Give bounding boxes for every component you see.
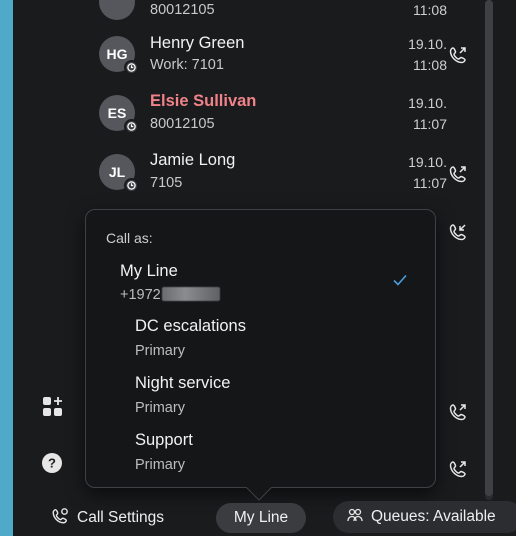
call-settings-icon (51, 507, 69, 530)
add-widget-icon[interactable] (41, 395, 65, 424)
avatar-initials: JL (108, 164, 126, 180)
call-number: 7105 (150, 175, 183, 191)
contact-name: Jamie Long (150, 151, 236, 169)
callback-icon[interactable] (448, 222, 468, 242)
clock-icon (124, 60, 139, 75)
call-date: 19.10. (408, 36, 447, 52)
svg-text:?: ? (48, 456, 56, 471)
line-option-label: My Line (120, 262, 178, 280)
call-time: 11:07 (413, 116, 447, 132)
call-row[interactable]: JL Jamie Long 7105 19.10. 11:07 (13, 147, 483, 205)
footer-bar: Call Settings My Line Queues: Available (13, 496, 516, 536)
line-number-prefix: +1972 (120, 287, 161, 303)
call-date: 19.10. (408, 154, 447, 170)
line-option-label: DC escalations (135, 317, 246, 335)
line-option-number: +1972 (120, 287, 220, 303)
app-window: 80012105 11:08 HG Henry Green Work: 7101… (13, 0, 516, 536)
call-row[interactable]: HG Henry Green Work: 7101 19.10. 11:08 (13, 30, 483, 88)
line-option-dc-escalations[interactable]: DC escalations Primary (86, 313, 435, 367)
checkmark-icon (392, 272, 408, 288)
contact-name: Henry Green (150, 34, 245, 52)
line-option-my-line[interactable]: My Line +1972 (86, 256, 435, 310)
call-number: Work: 7101 (150, 57, 224, 73)
line-option-sub: Primary (135, 457, 185, 473)
avatar-initials: ES (107, 105, 127, 121)
help-icon[interactable]: ? (40, 451, 64, 480)
clock-icon (124, 178, 139, 193)
scrollbar-thumb[interactable] (485, 0, 493, 496)
call-time: 11:07 (413, 175, 447, 191)
line-option-label: Night service (135, 374, 231, 392)
queues-label: Queues: Available (371, 508, 496, 525)
call-settings-button[interactable]: Call Settings (51, 504, 164, 532)
callback-icon[interactable] (448, 459, 468, 479)
call-time: 11:08 (413, 2, 447, 18)
avatar: JL (99, 154, 139, 193)
line-option-night-service[interactable]: Night service Primary (86, 370, 435, 424)
clock-icon (124, 119, 139, 134)
callback-icon[interactable] (448, 402, 468, 422)
line-option-sub: Primary (135, 400, 185, 416)
line-option-sub: Primary (135, 343, 185, 359)
call-time: 11:08 (413, 57, 447, 73)
avatar: ES (99, 95, 139, 134)
callback-icon[interactable] (448, 45, 468, 65)
line-option-support[interactable]: Support Primary (86, 427, 435, 481)
avatar: HG (99, 36, 139, 75)
call-row[interactable]: ES Elsie Sullivan 80012105 19.10. 11:07 (13, 88, 483, 146)
contact-name: Elsie Sullivan (150, 92, 257, 110)
callback-icon[interactable] (448, 164, 468, 184)
call-as-popup: Call as: My Line +1972 DC escalations Pr… (85, 209, 436, 488)
my-line-button[interactable]: My Line (216, 503, 306, 533)
call-settings-label: Call Settings (77, 509, 165, 526)
avatar (99, 0, 135, 20)
popup-title: Call as: (106, 230, 153, 246)
call-number: 80012105 (150, 2, 215, 18)
queues-status-button[interactable]: Queues: Available (333, 501, 516, 533)
avatar-initials: HG (106, 46, 128, 62)
call-number: 80012105 (150, 116, 215, 132)
call-date: 19.10. (408, 95, 447, 111)
queues-icon (347, 507, 363, 528)
redacted-number (161, 287, 220, 301)
line-option-label: Support (135, 431, 193, 449)
